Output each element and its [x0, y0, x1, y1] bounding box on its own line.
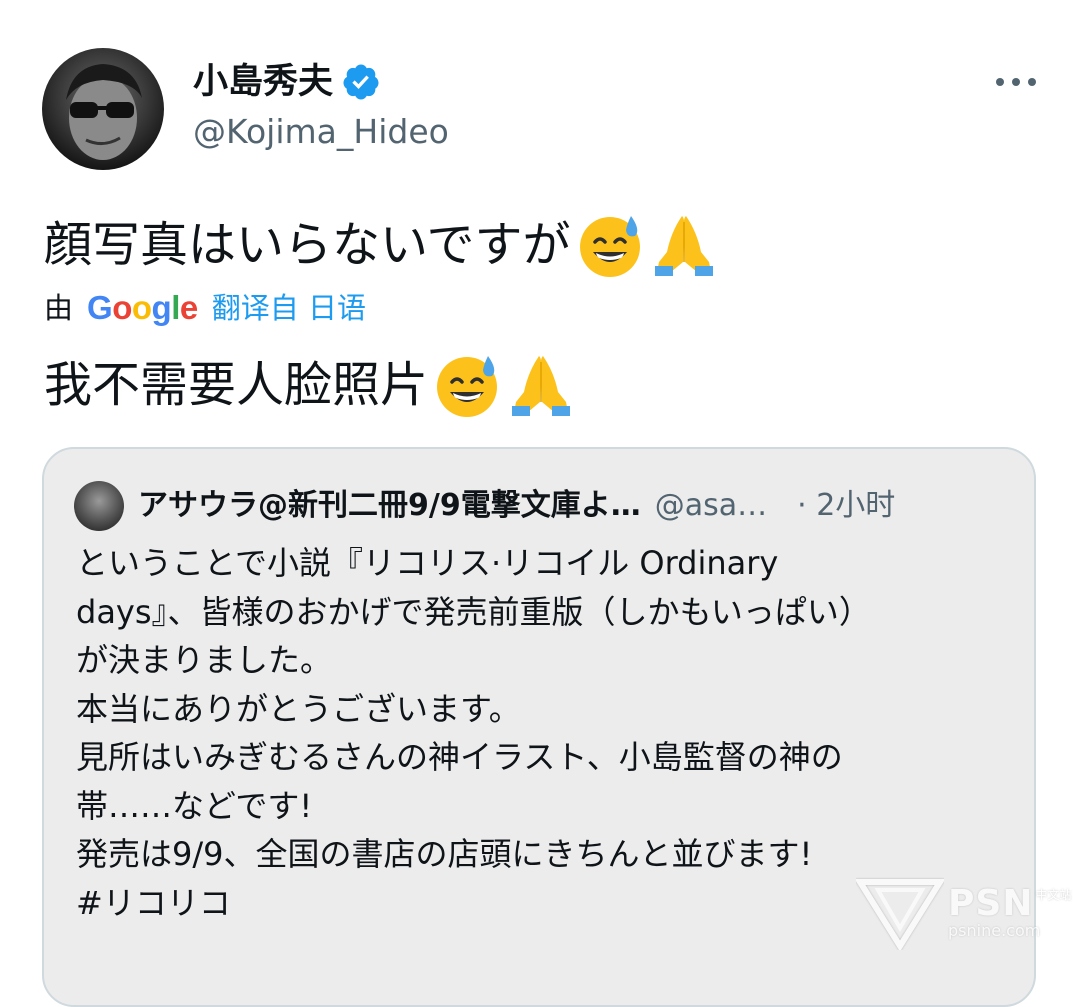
sweat-smile-emoji-icon [575, 210, 645, 280]
psnine-watermark: PSN 中文站 psnine.com [856, 876, 1071, 950]
quoted-author-handle[interactable]: @asa… [655, 484, 767, 528]
quoted-tweet-line: が決まりました。 [76, 641, 333, 679]
tweet-text: 顔写真はいらないですが [44, 210, 719, 280]
author-display-name[interactable]: 小島秀夫 [193, 60, 333, 104]
watermark-text: PSN 中文站 psnine.com [948, 886, 1071, 940]
quoted-tweet-line: days』、皆様のおかげで発売前重版（しかもいっぱい） [76, 592, 871, 631]
translated-text: 我不需要人脸照片 [44, 350, 576, 420]
tweet-text-content: 顔写真はいらないですが [44, 217, 571, 273]
psnine-logo-icon [856, 879, 944, 950]
quoted-tweet-line: ということで小説『リコリス·リコイル Ordinary [76, 544, 779, 582]
more-dot-icon [1012, 78, 1020, 86]
translated-by-label: 由 [44, 291, 74, 325]
quoted-tweet-timestamp[interactable]: · 2小时 [797, 484, 895, 528]
translated-text-content: 我不需要人脸照片 [44, 357, 429, 413]
author-display-name-row[interactable]: 小島秀夫 [193, 60, 381, 104]
more-options-button[interactable] [996, 68, 1036, 96]
quoted-tweet-line: 見所はいみぎむるさんの神イラスト、小島監督の神の [76, 738, 843, 776]
translation-attribution: 由 Google 翻译自 日语 [44, 288, 366, 328]
quoted-tweet-line: 本当にありがとうございます。 [76, 689, 521, 728]
sweat-smile-emoji-icon [432, 350, 502, 420]
verified-badge-icon [343, 64, 379, 100]
watermark-brand-cn: 中文站 [1035, 888, 1072, 902]
author-avatar[interactable] [42, 48, 164, 170]
folded-hands-emoji-icon [649, 210, 719, 280]
quoted-tweet-line: 帯……などです! [76, 786, 313, 825]
quoted-tweet-text: ということで小説『リコリス·リコイル Ordinary days』、皆様のおかげ… [76, 539, 1016, 927]
quoted-author-name[interactable]: アサウラ@新刊二冊9/9電撃文庫よ… [138, 484, 641, 528]
more-dot-icon [996, 78, 1004, 86]
translated-from-link[interactable]: 翻译自 日语 [212, 288, 366, 328]
watermark-url: psnine.com [948, 921, 1041, 940]
folded-hands-emoji-icon [506, 350, 576, 420]
quoted-author-avatar[interactable] [74, 481, 124, 531]
watermark-brand: PSN [948, 883, 1034, 924]
quoted-tweet-header: アサウラ@新刊二冊9/9電撃文庫よ… @asa… · 2小时 [74, 481, 895, 531]
more-dot-icon [1028, 78, 1036, 86]
google-logo: Google [87, 289, 198, 326]
quoted-tweet-line: 発売は9/9、全国の書店の店頭にきちんと並びます! [76, 835, 813, 873]
author-handle[interactable]: @Kojima_Hideo [193, 110, 449, 154]
